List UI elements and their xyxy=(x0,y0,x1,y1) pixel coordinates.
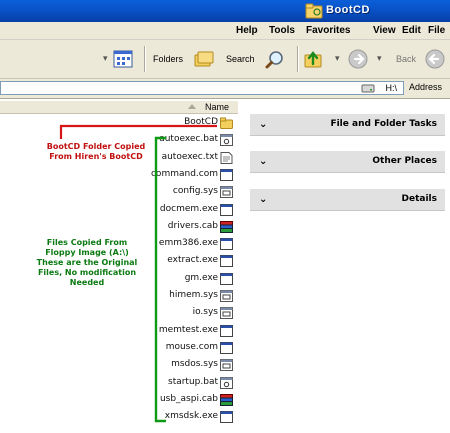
collapse-chevron-icon[interactable]: ⌄ xyxy=(259,194,267,205)
annotation-floppy-line2: Floppy Image (A:\) xyxy=(45,248,129,257)
toolbar: Back ▾ ▾ Search Folders ▾ xyxy=(0,40,450,79)
address-input[interactable]: H:\ xyxy=(0,81,404,95)
collapse-chevron-icon[interactable]: ⌄ xyxy=(259,156,267,167)
menu-tools[interactable]: Tools xyxy=(269,25,295,36)
collapse-chevron-icon[interactable]: ⌄ xyxy=(259,119,267,130)
window-title: BootCD xyxy=(326,4,370,16)
task-pane: ⌄ File and Folder Tasks ⌄ Other Places ⌄… xyxy=(239,99,450,433)
menu-bar: File Edit View Favorites Tools Help xyxy=(0,22,450,40)
folders-button-label[interactable]: Folders xyxy=(153,54,183,64)
folders-icon[interactable] xyxy=(193,49,215,69)
menu-file[interactable]: File xyxy=(428,25,445,36)
task-section-title: Other Places xyxy=(372,156,437,166)
task-section-title: Details xyxy=(401,194,437,204)
menu-edit[interactable]: Edit xyxy=(402,25,421,36)
folder-window-icon xyxy=(305,3,323,19)
annotation-floppy-files: Files Copied From Floppy Image (A:\) The… xyxy=(22,238,152,288)
toolbar-separator xyxy=(297,46,299,72)
search-icon[interactable] xyxy=(264,49,286,71)
views-dropdown-icon[interactable]: ▾ xyxy=(103,53,108,64)
annotation-floppy-line5: Needed xyxy=(69,278,105,287)
address-label: Address xyxy=(409,82,443,92)
toolbar-separator xyxy=(144,46,146,72)
annotation-floppy-line3: These are the Original xyxy=(36,258,138,267)
search-button-label[interactable]: Search xyxy=(226,54,255,64)
annotation-bootcd-line1: BootCD Folder Copied xyxy=(46,142,146,151)
task-section-title: File and Folder Tasks xyxy=(330,119,437,129)
menu-help[interactable]: Help xyxy=(236,25,258,36)
menu-favorites[interactable]: Favorites xyxy=(306,25,350,36)
views-icon[interactable] xyxy=(113,50,133,68)
address-bar: H:\ Address xyxy=(0,79,450,99)
file-list: Name BootCD autoexec.bat autoexec.txt comma… xyxy=(0,99,238,433)
back-button-label[interactable]: Back xyxy=(396,54,416,64)
address-value: H:\ xyxy=(385,83,397,93)
menu-view[interactable]: View xyxy=(373,25,396,36)
task-section-other-places[interactable]: ⌄ Other Places xyxy=(250,151,445,173)
title-bar[interactable]: BootCD xyxy=(0,0,450,22)
back-arrow-icon[interactable] xyxy=(425,49,445,69)
drive-icon xyxy=(361,84,375,93)
forward-arrow-icon[interactable] xyxy=(348,49,368,69)
annotation-floppy-line1: Files Copied From xyxy=(46,238,128,247)
annotation-floppy-line4: Files, No modification xyxy=(37,268,137,277)
annotation-bootcd-line2: From Hiren's BootCD xyxy=(49,152,143,161)
back-dropdown-icon[interactable]: ▾ xyxy=(377,53,382,64)
forward-dropdown-icon[interactable]: ▾ xyxy=(335,53,340,64)
up-folder-icon[interactable] xyxy=(303,49,323,69)
annotation-bootcd: BootCD Folder Copied From Hiren's BootCD xyxy=(36,142,156,162)
task-section-file-folder[interactable]: ⌄ File and Folder Tasks xyxy=(250,114,445,136)
task-section-details[interactable]: ⌄ Details xyxy=(250,189,445,211)
